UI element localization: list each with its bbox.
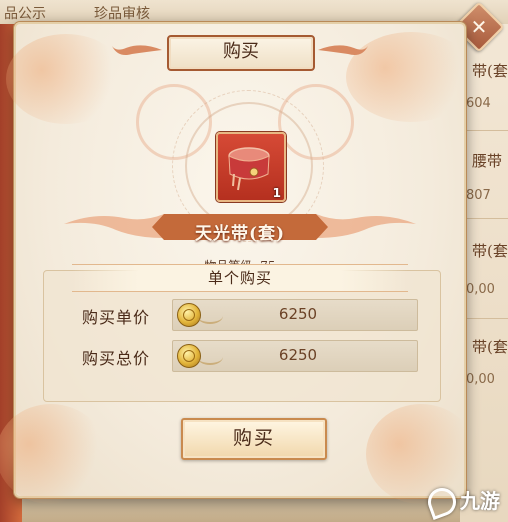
belt-item-icon	[228, 147, 270, 191]
list-divider	[460, 130, 508, 131]
list-item-price: 604	[466, 96, 491, 111]
tab-announcement[interactable]: 品公示	[4, 3, 46, 23]
item-name: 天光带(套)	[194, 224, 286, 244]
unit-price-label: 购买单价	[82, 308, 151, 327]
cloud-decoration	[0, 404, 106, 504]
list-divider	[460, 218, 508, 219]
dialog-title: 购买	[167, 35, 315, 71]
total-price-value: 6250	[278, 346, 318, 364]
list-item-price: 0,00	[466, 282, 495, 297]
total-price-field: 6250	[172, 340, 418, 372]
list-item-price: 807	[466, 188, 491, 203]
watermark-text: 九游	[460, 488, 500, 513]
nine-game-logo-icon	[424, 484, 460, 520]
background-bottom-bar	[22, 498, 460, 522]
cloud-decoration	[6, 34, 126, 124]
list-item-name[interactable]: 带(套	[472, 336, 508, 357]
section-title: 单个购买	[72, 264, 408, 292]
title-wing-left	[112, 45, 162, 55]
watermark: 九游	[424, 484, 500, 520]
list-item-price: 0,00	[466, 372, 495, 387]
coin-streak-decoration	[197, 308, 223, 324]
purchase-dialog: 购买 1 天光带(套) 物品等级: 75 单个购买 购买单价 6250 购买总价…	[0, 22, 476, 504]
title-wing-right	[318, 45, 368, 55]
list-item-name[interactable]: 带(套	[472, 60, 508, 81]
unit-price-value: 6250	[278, 305, 318, 323]
list-item-name[interactable]: 带(套	[472, 240, 508, 261]
buy-button[interactable]: 购买	[181, 418, 327, 460]
coin-streak-decoration	[197, 349, 223, 365]
tab-review[interactable]: 珍品审核	[94, 3, 150, 23]
list-divider	[460, 318, 508, 319]
list-item-name[interactable]: 腰带	[472, 150, 502, 171]
total-price-label: 购买总价	[82, 349, 151, 368]
close-x-icon: ✕	[470, 15, 488, 39]
item-quantity: 1	[272, 186, 281, 200]
unit-price-field: 6250	[172, 299, 418, 331]
item-slot[interactable]: 1	[216, 132, 286, 202]
